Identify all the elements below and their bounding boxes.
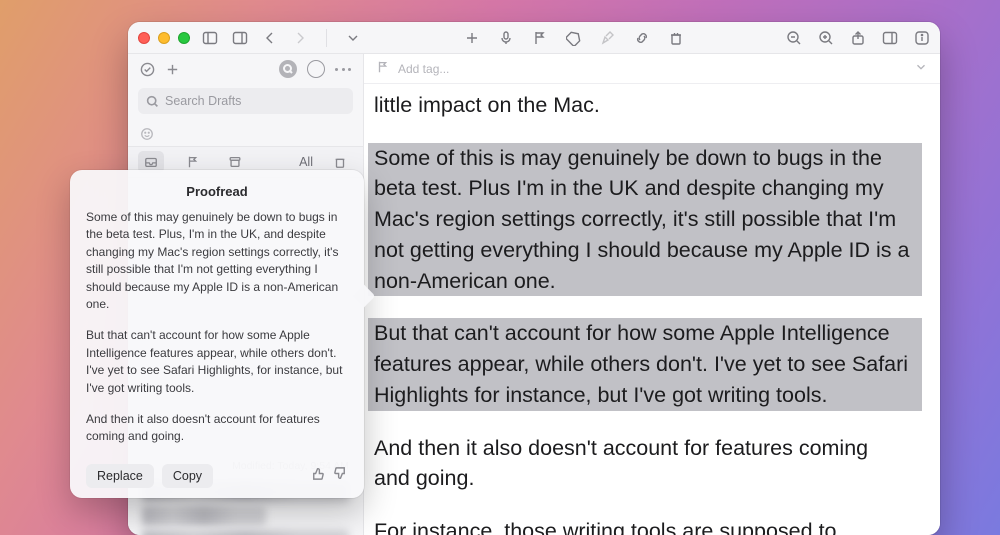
list-item[interactable] [142, 530, 349, 535]
minimize-window[interactable] [158, 32, 170, 44]
panel-icon[interactable] [882, 30, 898, 46]
selected-paragraph: But that can't account for how some Appl… [368, 318, 922, 410]
popover-paragraph: But that can't account for how some Appl… [86, 327, 348, 397]
trash-icon[interactable] [668, 30, 684, 46]
tag-icon[interactable] [566, 30, 582, 46]
info-icon[interactable] [914, 30, 930, 46]
editor-body[interactable]: little impact on the Mac. Some of this i… [364, 84, 940, 535]
filter-all-label[interactable]: All [299, 155, 313, 169]
list-item[interactable] [142, 506, 349, 526]
zoom-in-icon[interactable] [818, 30, 834, 46]
search-placeholder: Search Drafts [165, 94, 241, 108]
popover-paragraph: And then it also doesn't account for fea… [86, 411, 348, 446]
sidebar-right-icon[interactable] [232, 30, 248, 46]
zoom-out-icon[interactable] [786, 30, 802, 46]
replace-button[interactable]: Replace [86, 464, 154, 488]
paragraph: little impact on the Mac. [368, 90, 922, 121]
zoom-window[interactable] [178, 32, 190, 44]
flag-outline-icon[interactable] [376, 60, 390, 77]
link-icon[interactable] [634, 30, 650, 46]
search-input[interactable]: Search Drafts [138, 88, 353, 114]
selected-paragraph: Some of this is may genuinely be down to… [368, 143, 922, 297]
popover-body: Some of this may genuinely be down to bu… [86, 209, 348, 460]
check-circle-icon[interactable] [140, 62, 155, 77]
back-button[interactable] [262, 30, 278, 46]
thumbs-down-icon[interactable] [333, 466, 348, 486]
tag-placeholder[interactable]: Add tag... [398, 62, 449, 76]
forward-button[interactable] [292, 30, 308, 46]
paragraph: For instance, those writing tools are su… [368, 516, 922, 535]
smiley-icon[interactable] [128, 122, 363, 146]
writing-tools-icon[interactable] [600, 30, 616, 46]
tag-bar: Add tag... [364, 54, 940, 84]
flag-icon[interactable] [532, 30, 548, 46]
popover-paragraph: Some of this may genuinely be down to bu… [86, 209, 348, 313]
popover-title: Proofread [86, 184, 348, 199]
microphone-icon[interactable] [498, 30, 514, 46]
chevron-down-icon[interactable] [345, 30, 361, 46]
close-window[interactable] [138, 32, 150, 44]
selected-paragraph: And then it also doesn't account for fea… [368, 433, 922, 494]
clear-search-icon[interactable] [279, 60, 297, 78]
sidebar-left-icon[interactable] [202, 30, 218, 46]
editor-pane: Add tag... little impact on the Mac. Som… [364, 54, 940, 535]
plus-icon[interactable] [165, 62, 180, 77]
window-controls [138, 32, 190, 44]
share-icon[interactable] [850, 30, 866, 46]
cancel-icon[interactable] [307, 60, 325, 78]
titlebar [128, 22, 940, 54]
new-note-icon[interactable] [464, 30, 480, 46]
tag-dropdown-icon[interactable] [914, 60, 928, 77]
proofread-popover: Proofread Some of this may genuinely be … [70, 170, 364, 498]
thumbs-up-icon[interactable] [310, 466, 325, 486]
more-icon[interactable] [335, 68, 351, 71]
copy-button[interactable]: Copy [162, 464, 213, 488]
